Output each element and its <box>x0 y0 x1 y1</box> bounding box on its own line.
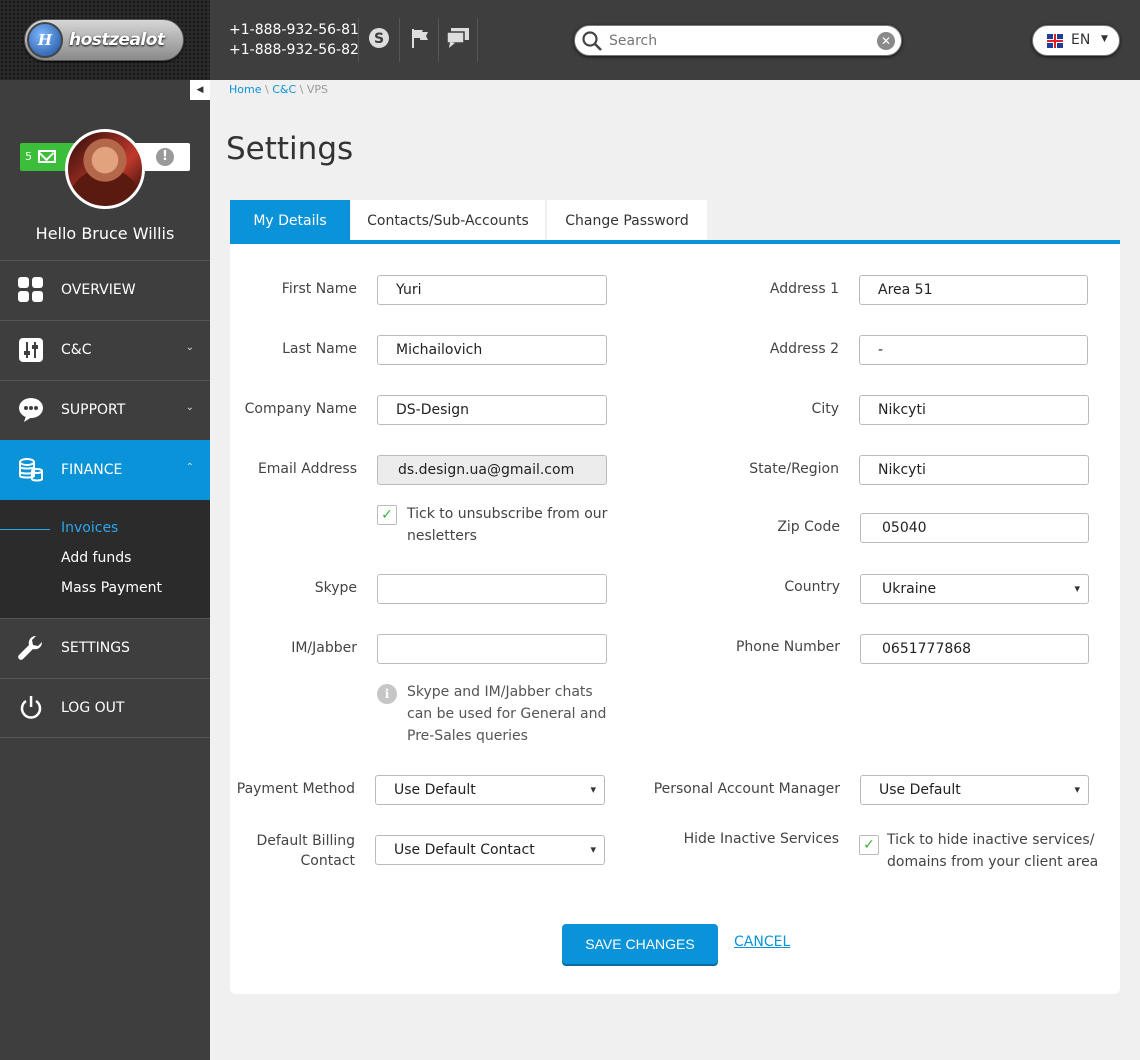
billing-contact-select[interactable]: Use Default Contact <box>375 835 605 865</box>
finance-submenu: Invoices Add funds Mass Payment <box>0 500 210 618</box>
coins-icon <box>18 457 44 483</box>
breadcrumb-home[interactable]: Home <box>229 83 261 96</box>
active-indicator <box>0 529 50 530</box>
manager-label: Personal Account Manager <box>653 781 840 797</box>
user-name: Bruce Willis <box>81 224 175 243</box>
messages-icon[interactable] <box>438 18 478 62</box>
email-label: Email Address <box>257 461 357 477</box>
uk-flag-icon <box>1047 34 1063 48</box>
im-input[interactable] <box>377 634 607 664</box>
sidebar-item-cc[interactable]: C&C ⌄ <box>0 320 210 380</box>
details-form: First Name Yuri Last Name Michailovich C… <box>230 244 1120 994</box>
skype-input[interactable] <box>377 574 607 604</box>
collapse-sidebar-button[interactable]: ◀ <box>190 80 210 100</box>
email-field: ds.design.ua@gmail.com <box>377 455 607 485</box>
company-input[interactable]: DS-Design <box>377 395 607 425</box>
wrench-icon <box>18 635 44 661</box>
address1-input[interactable]: Area 51 <box>859 275 1088 305</box>
logo-mark: H <box>27 22 63 58</box>
country-select[interactable]: Ukraine <box>860 574 1089 604</box>
search-box: ✕ <box>574 25 902 56</box>
hide-inactive-checkbox[interactable]: ✓ <box>859 835 879 855</box>
submenu-item-add-funds[interactable]: Add funds <box>61 550 131 566</box>
save-changes-button[interactable]: SAVE CHANGES <box>562 924 718 964</box>
city-label: City <box>811 401 839 417</box>
sidebar-item-logout[interactable]: LOG OUT <box>0 678 210 738</box>
billing-label: Default Billing Contact <box>256 833 355 869</box>
svg-text:S: S <box>373 31 383 47</box>
sidebar-item-settings[interactable]: SETTINGS <box>0 618 210 678</box>
address1-label: Address 1 <box>769 281 839 297</box>
brand-name: hostzealot <box>69 30 165 50</box>
search-icon <box>582 31 602 55</box>
top-bar: +1-888-932-56-81 +1-888-932-56-82 S ✕ EN… <box>210 0 1140 80</box>
language-selector[interactable]: EN ▼ <box>1032 25 1120 56</box>
address2-input[interactable]: - <box>859 335 1088 365</box>
logo[interactable]: H hostzealot <box>24 19 184 61</box>
unsubscribe-checkbox[interactable]: ✓ <box>377 505 397 525</box>
state-input[interactable]: Nikcyti <box>859 455 1089 485</box>
tab-change-password[interactable]: Change Password <box>547 200 707 240</box>
breadcrumb: Home \ C&C \ VPS <box>229 83 329 96</box>
message-count: 5 <box>25 150 32 163</box>
chat-icon <box>18 397 44 423</box>
sidebar: H hostzealot ◀ 5 ! Hello Bruce Willis OV… <box>0 0 210 1060</box>
breadcrumb-current: VPS <box>306 83 329 96</box>
company-label: Company Name <box>244 401 357 417</box>
sliders-icon <box>18 337 44 363</box>
submenu-item-invoices[interactable]: Invoices <box>61 520 118 536</box>
tab-my-details[interactable]: My Details <box>230 200 350 240</box>
caret-down-icon: ▼ <box>1101 34 1108 44</box>
unsubscribe-text: Tick to unsubscribe from our nesletters <box>407 506 608 544</box>
hide-inactive-label: Hide Inactive Services <box>683 831 839 847</box>
first-name-input[interactable]: Yuri <box>377 275 607 305</box>
sidebar-item-finance[interactable]: FINANCE ⌃ <box>0 440 210 500</box>
envelope-icon <box>38 150 56 163</box>
address2-label: Address 2 <box>769 341 839 357</box>
logo-area: H hostzealot <box>0 0 210 80</box>
first-name-label: First Name <box>281 281 357 297</box>
sidebar-nav: OVERVIEW C&C ⌄ SUPPORT ⌄ FINANCE ⌃ Invoi… <box>0 260 210 738</box>
city-input[interactable]: Nikcyti <box>859 395 1089 425</box>
hide-inactive-text: Tick to hide inactive services/ domains … <box>887 832 1099 870</box>
flag-icon[interactable] <box>399 18 439 62</box>
info-icon: i <box>377 684 397 704</box>
country-label: Country <box>784 579 840 595</box>
phone-label: Phone Number <box>735 639 840 655</box>
user-greeting: Hello Bruce Willis <box>35 224 175 243</box>
im-label: IM/Jabber <box>291 640 357 656</box>
sidebar-item-overview[interactable]: OVERVIEW <box>0 260 210 320</box>
tab-contacts[interactable]: Contacts/Sub-Accounts <box>351 200 545 240</box>
zip-label: Zip Code <box>777 519 840 535</box>
clear-search-icon[interactable]: ✕ <box>877 32 895 50</box>
zip-input[interactable]: 05040 <box>860 513 1089 543</box>
skype-label: Skype <box>314 580 357 596</box>
chevron-down-icon: ⌄ <box>185 402 194 413</box>
power-icon <box>18 695 44 721</box>
breadcrumb-cc[interactable]: C&C <box>272 83 296 96</box>
phone-numbers: +1-888-932-56-81 +1-888-932-56-82 <box>229 22 359 58</box>
search-input[interactable] <box>609 31 859 51</box>
submenu-item-mass-payment[interactable]: Mass Payment <box>61 580 162 596</box>
phone-input[interactable]: 0651777868 <box>860 634 1089 664</box>
last-name-label: Last Name <box>282 341 357 357</box>
info-text: Skype and IM/Jabber chats can be used fo… <box>407 684 607 744</box>
last-name-input[interactable]: Michailovich <box>377 335 607 365</box>
payment-label: Payment Method <box>236 781 355 797</box>
cancel-link[interactable]: CANCEL <box>734 934 790 950</box>
chevron-up-icon: ⌃ <box>185 462 194 473</box>
state-label: State/Region <box>749 461 839 477</box>
alert-icon: ! <box>156 148 174 166</box>
avatar[interactable] <box>65 129 145 209</box>
sidebar-item-support[interactable]: SUPPORT ⌄ <box>0 380 210 440</box>
skype-icon[interactable]: S <box>358 18 398 62</box>
payment-method-select[interactable]: Use Default <box>375 775 605 805</box>
chevron-down-icon: ⌄ <box>185 342 194 353</box>
account-manager-select[interactable]: Use Default <box>860 775 1089 805</box>
page-title: Settings <box>226 131 354 167</box>
dashboard-icon <box>18 277 44 303</box>
